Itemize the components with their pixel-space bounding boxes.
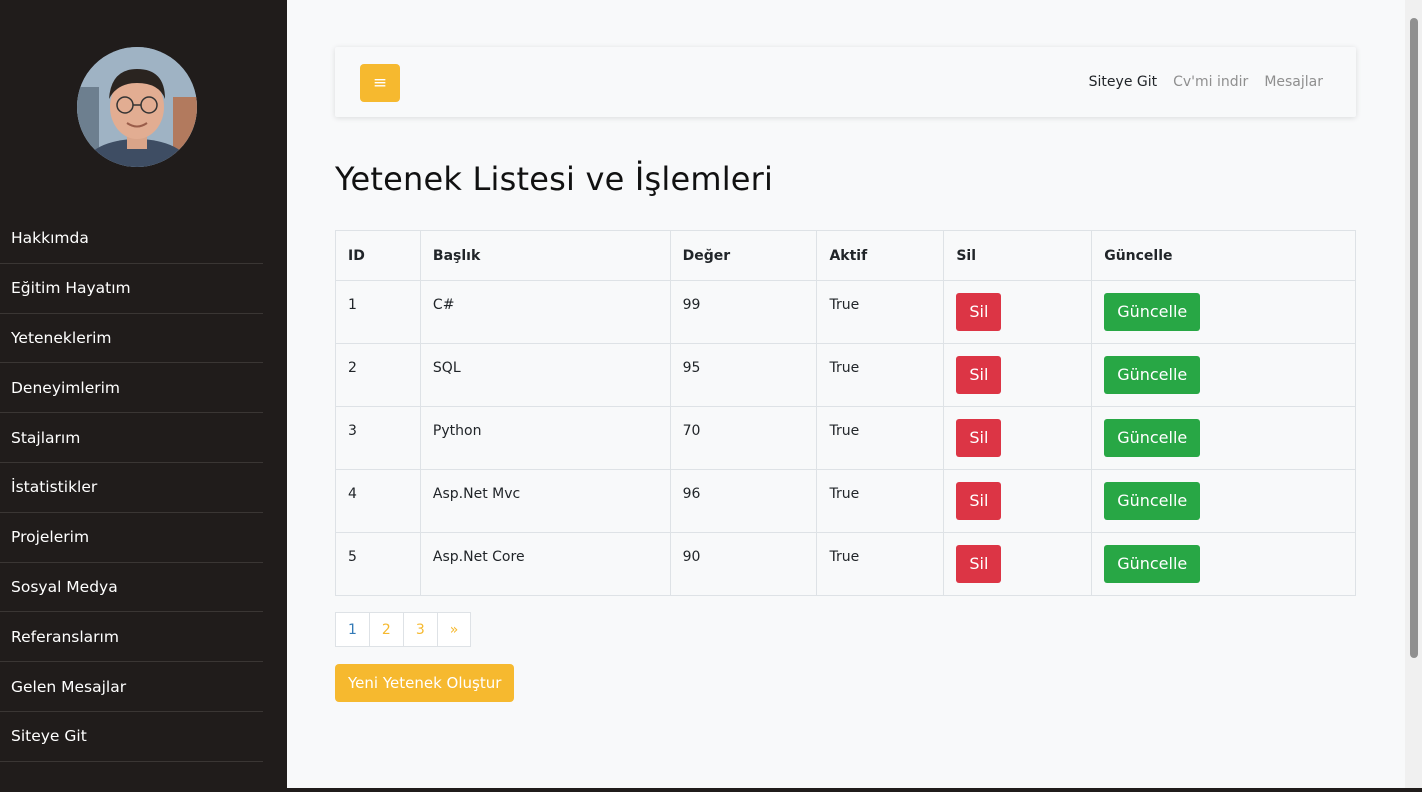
table-row: 2 SQL 95 True Sil Güncelle [335, 343, 1356, 407]
update-button[interactable]: Güncelle [1104, 482, 1201, 520]
cell-value: 99 [669, 280, 818, 344]
page-link-1[interactable]: 1 [335, 612, 370, 647]
cell-delete: Sil [943, 532, 1093, 596]
update-button[interactable]: Güncelle [1104, 545, 1201, 583]
top-navbar: ≡ Siteye Git Cv'mi indir Mesajlar [335, 47, 1356, 117]
cell-delete: Sil [943, 343, 1093, 407]
cell-active: True [816, 406, 945, 470]
column-header-aktif: Aktif [816, 230, 945, 281]
pagination: 1 2 3 » [335, 612, 472, 647]
nav-link-cv-indir[interactable]: Cv'mi indir [1173, 74, 1248, 90]
cell-id: 5 [335, 532, 421, 596]
sidebar-item-hakkimda[interactable]: Hakkımda [0, 214, 263, 264]
cell-title: C# [419, 280, 671, 344]
update-button[interactable]: Güncelle [1104, 356, 1201, 394]
table-header-row: ID Başlık Değer Aktif Sil Güncelle [335, 230, 1356, 281]
table-row: 1 C# 99 True Sil Güncelle [335, 280, 1356, 344]
column-header-deger: Değer [669, 230, 818, 281]
page-title: Yetenek Listesi ve İşlemleri [335, 160, 774, 198]
cell-value: 70 [669, 406, 818, 470]
bottom-divider [287, 788, 1422, 792]
column-header-baslik: Başlık [419, 230, 671, 281]
cell-id: 1 [335, 280, 421, 344]
nav-link-mesajlar[interactable]: Mesajlar [1264, 74, 1323, 90]
cell-id: 2 [335, 343, 421, 407]
hamburger-icon: ≡ [372, 73, 388, 93]
column-header-guncelle: Güncelle [1091, 230, 1356, 281]
scrollbar-thumb[interactable] [1410, 18, 1418, 658]
navbar-links: Siteye Git Cv'mi indir Mesajlar [1089, 47, 1323, 117]
table-row: 4 Asp.Net Mvc 96 True Sil Güncelle [335, 469, 1356, 533]
sidebar-item-yeteneklerim[interactable]: Yeteneklerim [0, 314, 263, 364]
page-link-2[interactable]: 2 [368, 612, 404, 647]
menu-toggle-button[interactable]: ≡ [360, 64, 400, 102]
page-link-3[interactable]: 3 [402, 612, 438, 647]
cell-update: Güncelle [1091, 280, 1356, 344]
cell-title: Python [419, 406, 671, 470]
sidebar-item-stajlarim[interactable]: Stajlarım [0, 413, 263, 463]
cell-update: Güncelle [1091, 469, 1356, 533]
cell-id: 3 [335, 406, 421, 470]
update-button[interactable]: Güncelle [1104, 419, 1201, 457]
delete-button[interactable]: Sil [956, 356, 1002, 394]
cell-value: 90 [669, 532, 818, 596]
cell-update: Güncelle [1091, 406, 1356, 470]
delete-button[interactable]: Sil [956, 419, 1002, 457]
cell-title: Asp.Net Core [419, 532, 671, 596]
cell-update: Güncelle [1091, 343, 1356, 407]
cell-delete: Sil [943, 469, 1093, 533]
sidebar-item-gelen-mesajlar[interactable]: Gelen Mesajlar [0, 662, 263, 712]
update-button[interactable]: Güncelle [1104, 293, 1201, 331]
table-row: 5 Asp.Net Core 90 True Sil Güncelle [335, 532, 1356, 596]
cell-update: Güncelle [1091, 532, 1356, 596]
delete-button[interactable]: Sil [956, 482, 1002, 520]
sidebar-item-sosyal-medya[interactable]: Sosyal Medya [0, 563, 263, 613]
sidebar-item-istatistikler[interactable]: İstatistikler [0, 463, 263, 513]
cell-value: 96 [669, 469, 818, 533]
sidebar-item-projelerim[interactable]: Projelerim [0, 513, 263, 563]
cell-delete: Sil [943, 280, 1093, 344]
sidebar-item-deneyimlerim[interactable]: Deneyimlerim [0, 363, 263, 414]
skills-table: ID Başlık Değer Aktif Sil Güncelle 1 C# … [335, 230, 1356, 596]
sidebar-item-egitim-hayatim[interactable]: Eğitim Hayatım [0, 264, 263, 314]
cell-value: 95 [669, 343, 818, 407]
cell-active: True [816, 469, 945, 533]
vertical-scrollbar[interactable] [1405, 0, 1422, 792]
column-header-sil: Sil [943, 230, 1093, 281]
table-row: 3 Python 70 True Sil Güncelle [335, 406, 1356, 470]
cell-delete: Sil [943, 406, 1093, 470]
sidebar-item-siteye-git[interactable]: Siteye Git [0, 712, 263, 762]
page-link-next[interactable]: » [436, 612, 472, 647]
sidebar-item-referanslarim[interactable]: Referanslarım [0, 612, 263, 663]
sidebar: Hakkımda Eğitim Hayatım Yeteneklerim Den… [0, 0, 287, 792]
cell-title: SQL [419, 343, 671, 407]
sidebar-menu: Hakkımda Eğitim Hayatım Yeteneklerim Den… [0, 214, 263, 762]
cell-active: True [816, 532, 945, 596]
delete-button[interactable]: Sil [956, 545, 1002, 583]
cell-active: True [816, 343, 945, 407]
delete-button[interactable]: Sil [956, 293, 1002, 331]
profile-avatar [77, 47, 197, 167]
new-skill-button[interactable]: Yeni Yetenek Oluştur [335, 664, 515, 702]
cell-id: 4 [335, 469, 421, 533]
cell-active: True [816, 280, 945, 344]
column-header-id: ID [335, 230, 421, 281]
main-content: ≡ Siteye Git Cv'mi indir Mesajlar Yetene… [287, 0, 1405, 792]
cell-title: Asp.Net Mvc [419, 469, 671, 533]
nav-link-siteye-git[interactable]: Siteye Git [1089, 74, 1157, 90]
